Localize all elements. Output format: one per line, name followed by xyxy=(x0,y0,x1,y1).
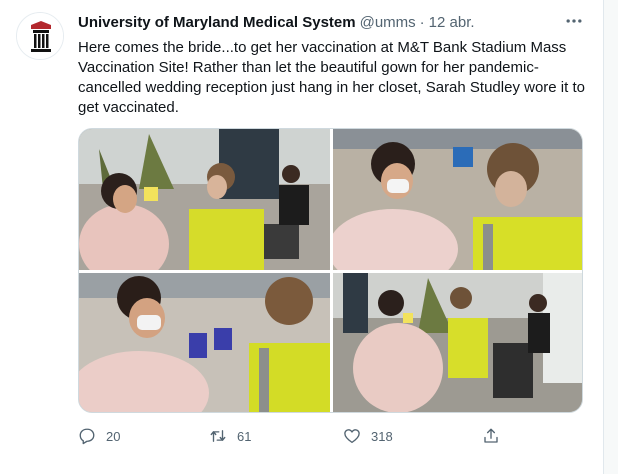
retweet-icon xyxy=(210,430,226,442)
tweet-card[interactable]: University of Maryland Medical System @u… xyxy=(0,0,604,474)
tweet-header: University of Maryland Medical System @u… xyxy=(78,12,475,32)
reply-icon xyxy=(79,428,95,445)
tweet-photo-1[interactable] xyxy=(79,129,330,270)
reply-count: 20 xyxy=(106,428,121,444)
avatar[interactable] xyxy=(16,12,64,60)
like-count: 318 xyxy=(371,428,393,444)
retweet-button[interactable]: 61 xyxy=(209,424,251,448)
like-button[interactable]: 318 xyxy=(343,424,393,448)
tweet-photo-3[interactable] xyxy=(79,273,330,412)
heart-icon xyxy=(344,429,360,444)
more-options-button[interactable] xyxy=(560,10,588,32)
tweet-text: Here comes the bride...to get her vaccin… xyxy=(78,39,585,116)
tweet-photo-4[interactable] xyxy=(333,273,582,412)
media-grid xyxy=(78,128,583,413)
more-horizontal-icon xyxy=(566,19,582,23)
display-name[interactable]: University of Maryland Medical System xyxy=(78,14,356,31)
reply-button[interactable]: 20 xyxy=(78,424,120,448)
timestamp[interactable]: 12 abr. xyxy=(429,14,475,31)
share-icon xyxy=(484,428,498,443)
separator-dot: · xyxy=(419,13,425,31)
umms-logo-icon xyxy=(17,13,63,59)
tweet-actions: 20 61 318 xyxy=(78,424,508,448)
user-handle[interactable]: @umms xyxy=(360,14,416,31)
share-button[interactable] xyxy=(482,424,500,448)
retweet-count: 61 xyxy=(237,428,252,444)
tweet-photo-2[interactable] xyxy=(333,129,582,270)
